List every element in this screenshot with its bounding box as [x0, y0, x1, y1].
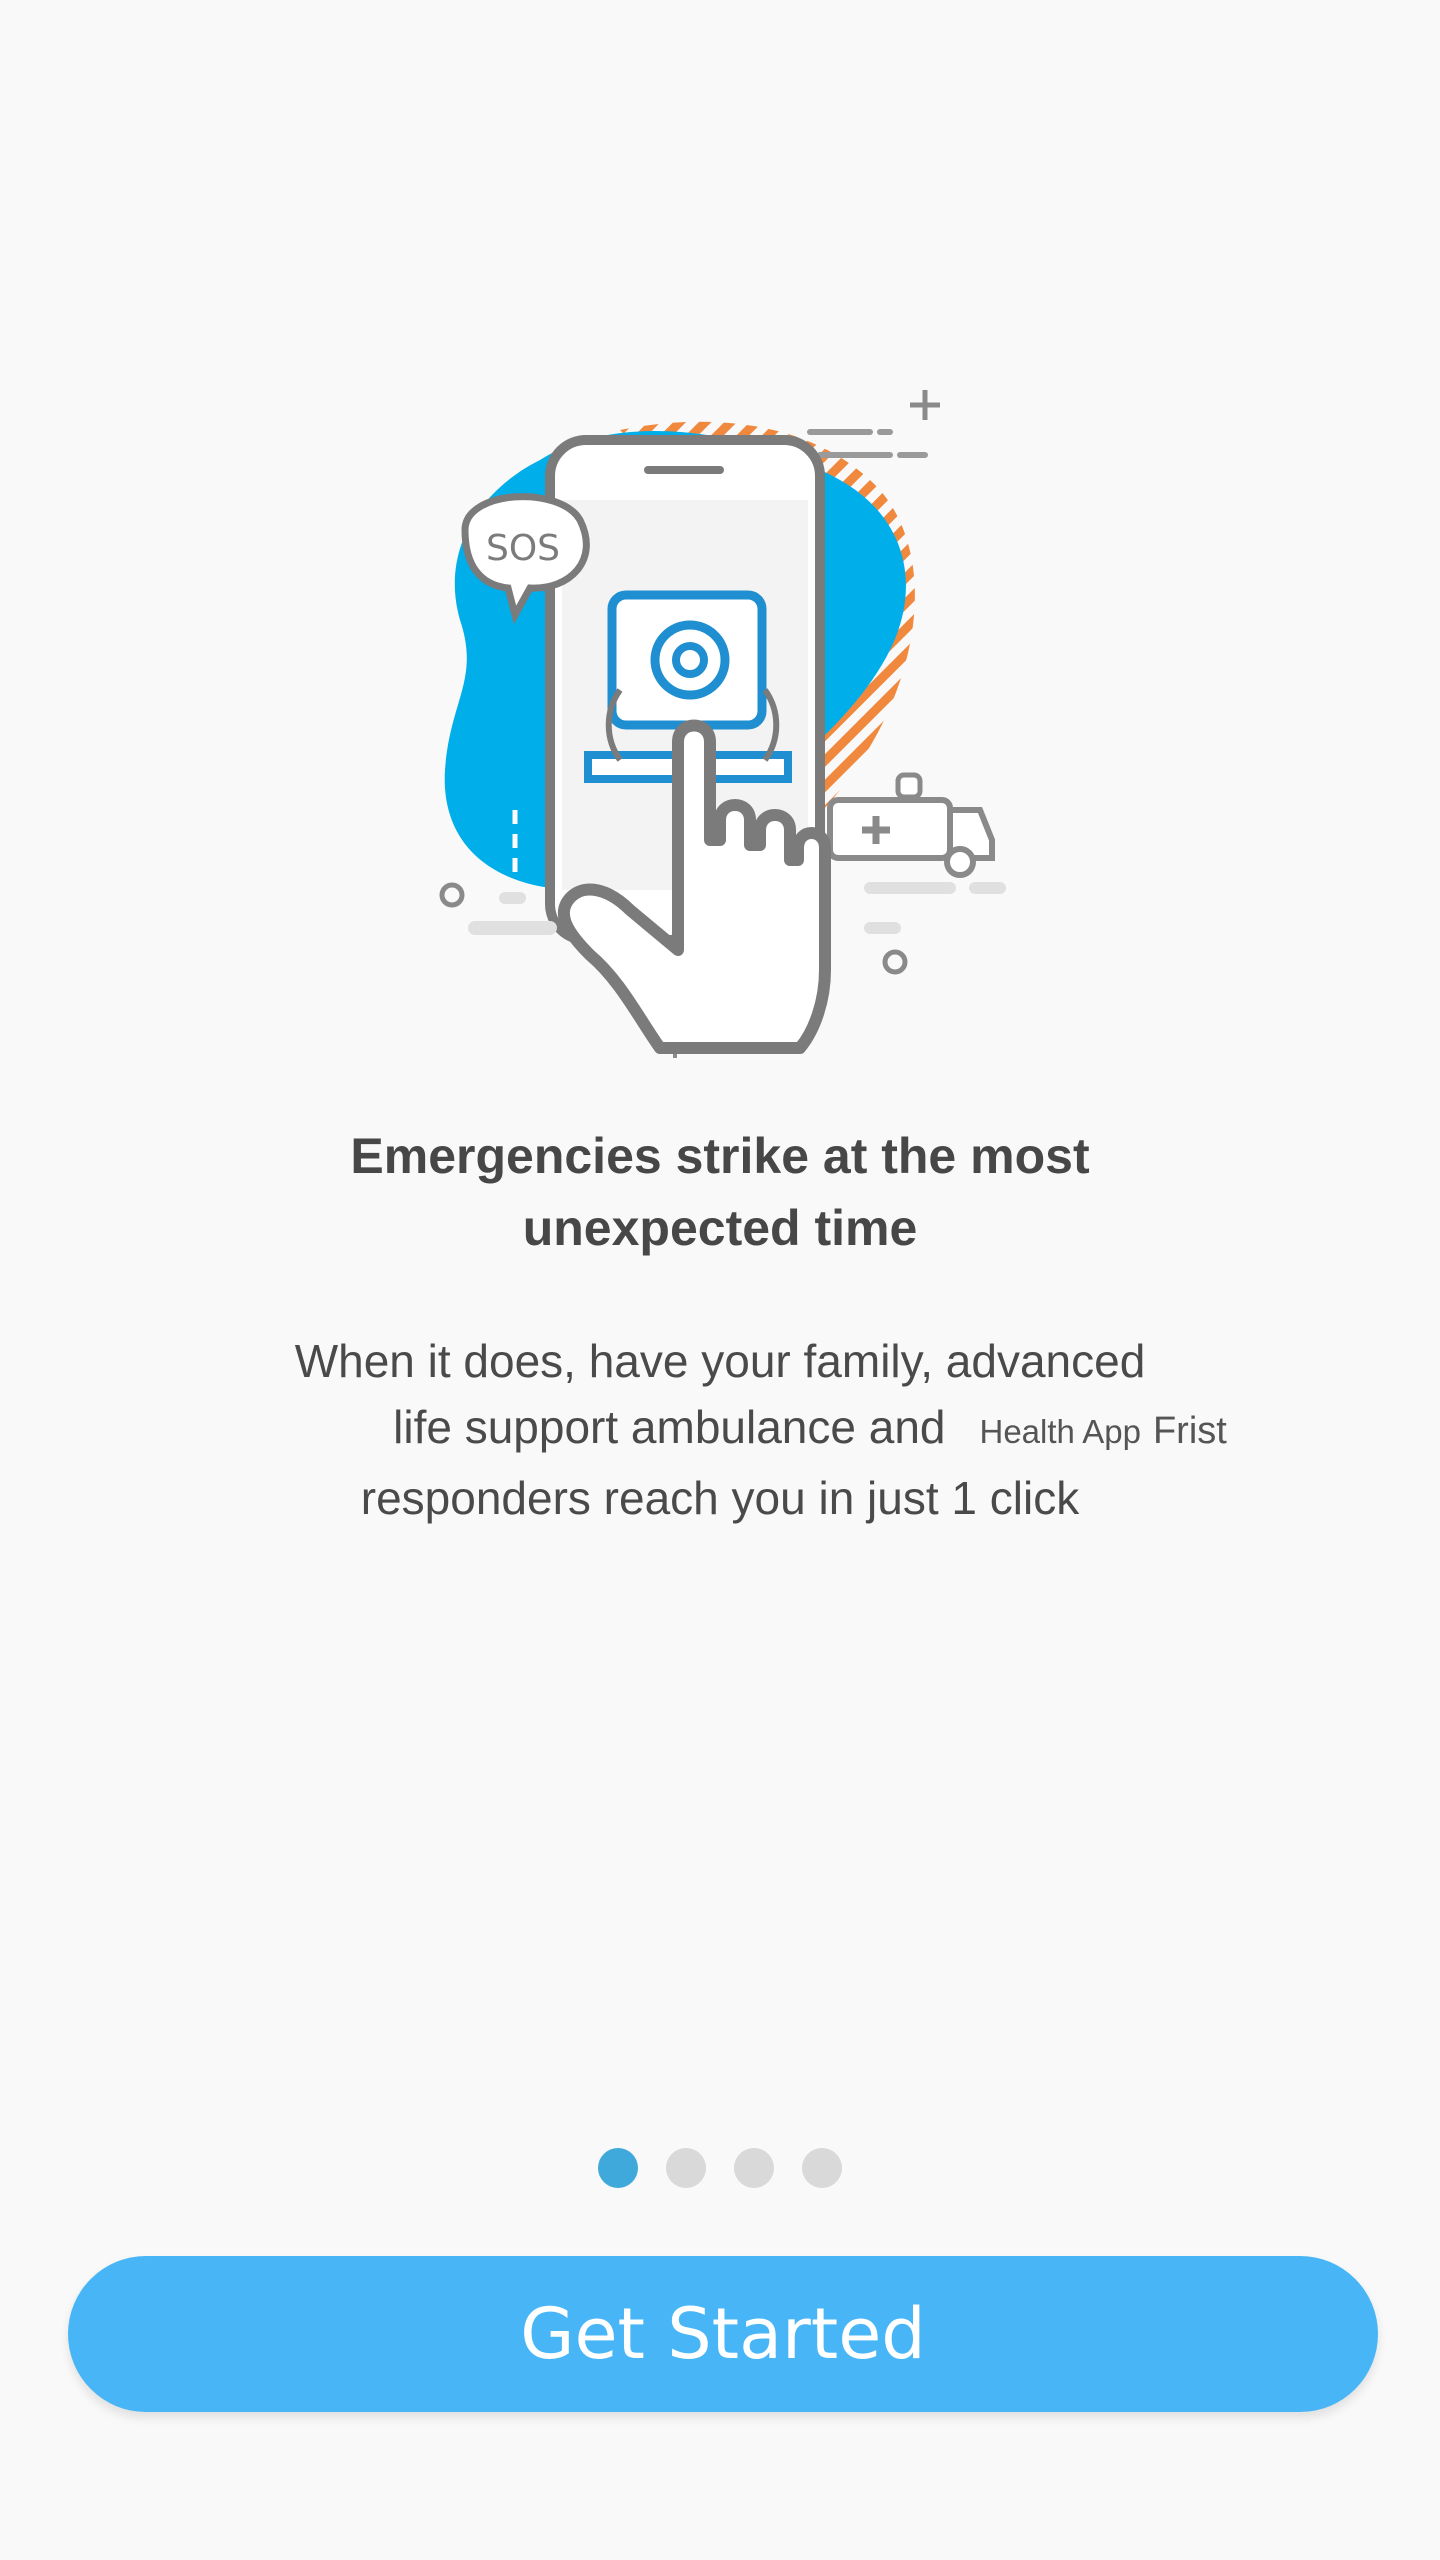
onboarding-title: Emergencies strike at the most unexpecte…: [0, 1120, 1440, 1264]
onboarding-description: When it does, have your family, advanced…: [0, 1328, 1440, 1531]
description-line-1: When it does, have your family, advanced: [294, 1335, 1146, 1387]
sos-phone-illustration: SOS: [439, 390, 1006, 1058]
page-dot-3[interactable]: [734, 2148, 774, 2188]
health-app-label: Health App: [979, 1413, 1141, 1450]
description-line-2: life support ambulance and Health App Fris…: [90, 1394, 1440, 1465]
sos-label: SOS: [486, 528, 560, 569]
page-indicator: [0, 2148, 1440, 2188]
title-line-1: Emergencies strike at the most: [350, 1128, 1090, 1184]
title-line-2: unexpected time: [522, 1200, 918, 1256]
description-line-2-text: life support ambulance and: [393, 1401, 946, 1453]
emergency-illustration: SOS: [420, 370, 1040, 1070]
get-started-button[interactable]: Get Started: [68, 2256, 1378, 2412]
page-dot-1[interactable]: [598, 2148, 638, 2188]
frist-label: Frist: [1152, 1410, 1227, 1452]
page-dot-4[interactable]: [802, 2148, 842, 2188]
description-line-3: responders reach you in just 1 click: [360, 1472, 1080, 1524]
page-dot-2[interactable]: [666, 2148, 706, 2188]
